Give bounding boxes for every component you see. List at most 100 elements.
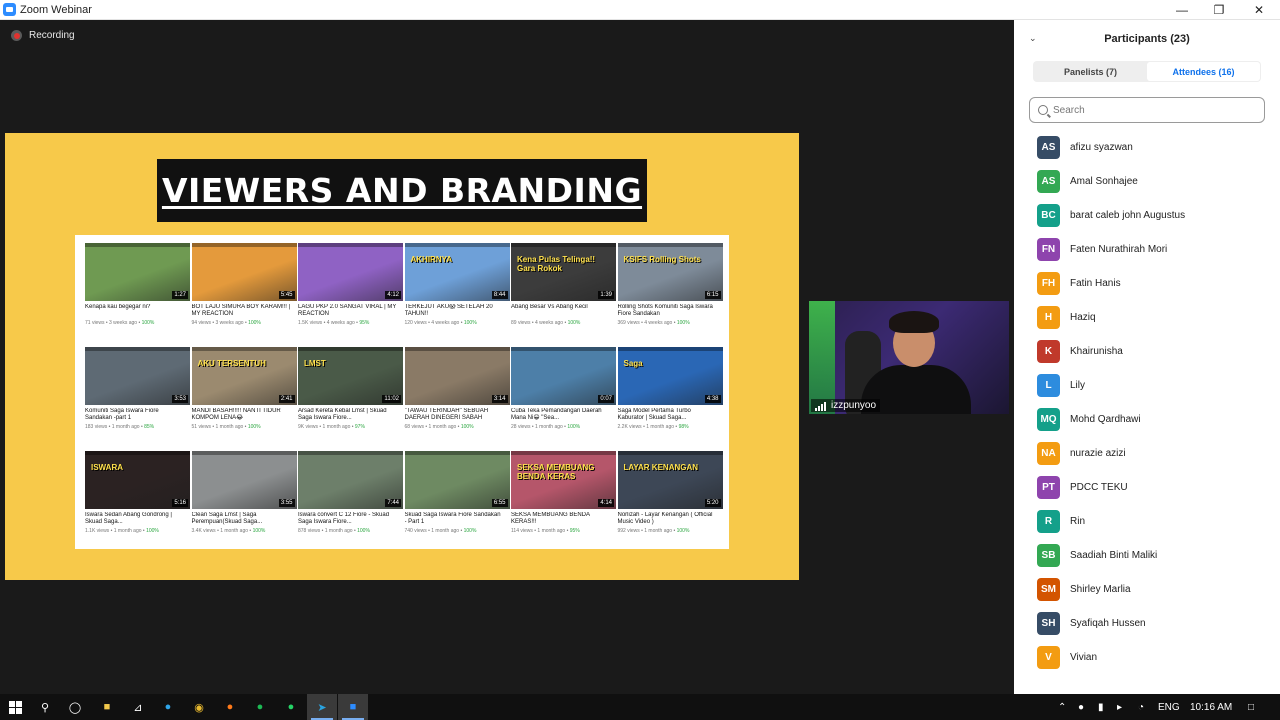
video-title: BOT LAJU SIMURA BOY KARAM!!! | MY REACTI… [191, 304, 291, 317]
thumbnail-channel-bar [617, 347, 723, 351]
participant-row[interactable]: BC barat caleb john Augustus [1014, 198, 1280, 232]
thumbnail-channel-bar [404, 451, 510, 455]
input-language[interactable]: ENG [1158, 694, 1180, 720]
participant-row[interactable]: SM Shirley Marlia [1014, 572, 1280, 606]
video-card: 4:12 LAGU PKP 2.0 SANGAT VIRAL | MY REACT… [298, 243, 403, 343]
recording-indicator[interactable]: Recording [11, 30, 75, 41]
video-views: 68 views [404, 424, 424, 430]
thumbnail-channel-bar [617, 243, 723, 247]
thumbnail-overlay-text: Kena Pulas Telinga!! Gara Rokok [517, 255, 596, 273]
participant-row[interactable]: R Rin [1014, 504, 1280, 538]
chrome-browser-icon[interactable]: ◉ [184, 694, 214, 720]
minimize-button[interactable]: — [1162, 0, 1202, 20]
participant-row[interactable]: SH Syafiqah Hussen [1014, 606, 1280, 640]
thumbnail-overlay-text: SEKSA MEMBUANG BENDA KERAS [517, 463, 595, 481]
video-duration: 4:14 [598, 499, 614, 507]
speaker-video[interactable]: izzpunyoo [809, 301, 1009, 414]
video-meta: 3.4K views • 1 month ago • 100% [191, 528, 266, 534]
file-explorer-icon[interactable]: ■ [92, 694, 122, 720]
video-age: 4 weeks ago [326, 320, 355, 326]
battery-icon[interactable]: ▮ [1098, 694, 1104, 720]
wifi-icon[interactable]: ◔ [1138, 694, 1144, 720]
slide-title-box: VIEWERS AND BRANDING [157, 159, 647, 222]
participant-row[interactable]: NA nurazie azizi [1014, 436, 1280, 470]
participant-row[interactable]: AS Amal Sonhajee [1014, 164, 1280, 198]
participants-tabs: Panelists (7) Attendees (16) [1033, 61, 1261, 82]
zoom-taskbar-icon[interactable]: ■ [338, 694, 368, 720]
participants-title: Participants (23) [1104, 33, 1190, 45]
video-thumbnail: 5:45 [191, 243, 297, 301]
app-icon[interactable]: ⊿ [123, 694, 153, 720]
video-like-ratio: 100% [567, 320, 581, 326]
restore-button[interactable]: ❐ [1199, 0, 1239, 20]
participant-name: Vivian [1070, 651, 1098, 663]
video-duration: 4:12 [385, 291, 401, 299]
video-like-ratio: 95% [569, 528, 580, 534]
participant-row[interactable]: L Lily [1014, 368, 1280, 402]
tab-panelists[interactable]: Panelists (7) [1034, 62, 1147, 81]
thumbnail-overlay-text: LMST [304, 359, 326, 368]
participant-row[interactable]: SB Saadiah Binti Maliki [1014, 538, 1280, 572]
participant-name: afizu syazwan [1070, 141, 1133, 153]
search-box[interactable] [1029, 97, 1265, 123]
search-taskbar-icon[interactable]: ⚲ [30, 694, 60, 720]
tray-chevron-up-icon[interactable]: ⌃ [1058, 694, 1066, 720]
video-card: Kena Pulas Telinga!! Gara Rokok 1:39 Abang… [511, 243, 616, 343]
video-thumbnail: 7:44 [298, 451, 403, 509]
participant-row[interactable]: K Khairunisha [1014, 334, 1280, 368]
search-input[interactable] [1053, 104, 1253, 116]
video-meta: 68 views • 1 month ago • 100% [404, 424, 474, 430]
video-thumbnail: 3:55 [191, 451, 297, 509]
chevron-down-icon[interactable]: ⌄ [1029, 33, 1039, 43]
avatar: R [1037, 509, 1060, 533]
participant-row[interactable]: H Haziq [1014, 300, 1280, 334]
video-meta: 114 views • 1 month ago • 95% [511, 528, 580, 534]
video-views: 51 views [191, 424, 211, 430]
participants-panel: ⌄ Participants (23) Panelists (7) Attend… [1014, 20, 1280, 694]
video-thumbnail: LAYAR KENANGAN 5:20 [617, 451, 723, 509]
volume-muted-icon[interactable]: ▸ [1117, 694, 1122, 720]
video-age: 1 month ago [113, 528, 142, 534]
telegram-icon[interactable]: ➤ [307, 694, 337, 720]
video-duration: 5:45 [278, 291, 295, 299]
thumbnail-channel-bar [511, 243, 616, 247]
video-like-ratio: 100% [248, 320, 261, 326]
participant-name: Haziq [1070, 311, 1096, 323]
participant-row[interactable]: V Vivian [1014, 640, 1280, 674]
participant-row[interactable]: PT PDCC TEKU [1014, 470, 1280, 504]
video-title: Iswara convert C 12 Fiore - Skuad Saga I… [298, 512, 390, 525]
start-button[interactable] [0, 694, 30, 720]
video-views: 2.2K views [617, 424, 642, 430]
whatsapp-icon[interactable]: ● [276, 694, 306, 720]
firefox-browser-icon[interactable]: ● [215, 694, 245, 720]
close-button[interactable]: ✕ [1239, 0, 1279, 20]
video-age: 1 month ago [534, 424, 563, 430]
participant-row[interactable]: FN Faten Nurathirah Mori [1014, 232, 1280, 266]
video-age: 4 weeks ago [431, 320, 460, 326]
avatar: H [1037, 305, 1060, 329]
edge-browser-icon[interactable]: ● [153, 694, 183, 720]
clock-time[interactable]: 10:16 AM [1190, 694, 1232, 720]
video-title: Rolling Shots Komuniti Saga Iswara Fiore… [617, 304, 713, 317]
participant-row[interactable]: AS afizu syazwan [1014, 130, 1280, 164]
participant-name: Saadiah Binti Maliki [1070, 549, 1158, 561]
microphone-icon[interactable]: ● [1078, 694, 1084, 720]
video-like-ratio: 85% [144, 424, 155, 430]
video-thumbnail: KSIFS Rolling Shots 6:15 [617, 243, 723, 301]
video-views: 120 views [404, 320, 427, 326]
video-duration: 3:53 [172, 395, 188, 403]
video-views: 89 views [511, 320, 531, 326]
participant-row[interactable]: MQ Mohd Qardhawi [1014, 402, 1280, 436]
participant-name: PDCC TEKU [1070, 481, 1128, 493]
video-views: 740 views [404, 528, 427, 534]
video-meta: 71 views • 3 weeks ago • 100% [85, 320, 155, 326]
notifications-icon[interactable]: □ [1248, 694, 1254, 720]
spotify-icon[interactable]: ● [245, 694, 275, 720]
video-thumbnail: 3:14 [404, 347, 510, 405]
avatar: L [1037, 373, 1060, 397]
task-view-icon[interactable]: ◯ [60, 694, 90, 720]
zoom-app-icon [3, 3, 16, 16]
participant-row[interactable]: FH Fatin Hanis [1014, 266, 1280, 300]
tab-attendees[interactable]: Attendees (16) [1147, 62, 1260, 81]
video-age: 1 month ago [431, 528, 460, 534]
